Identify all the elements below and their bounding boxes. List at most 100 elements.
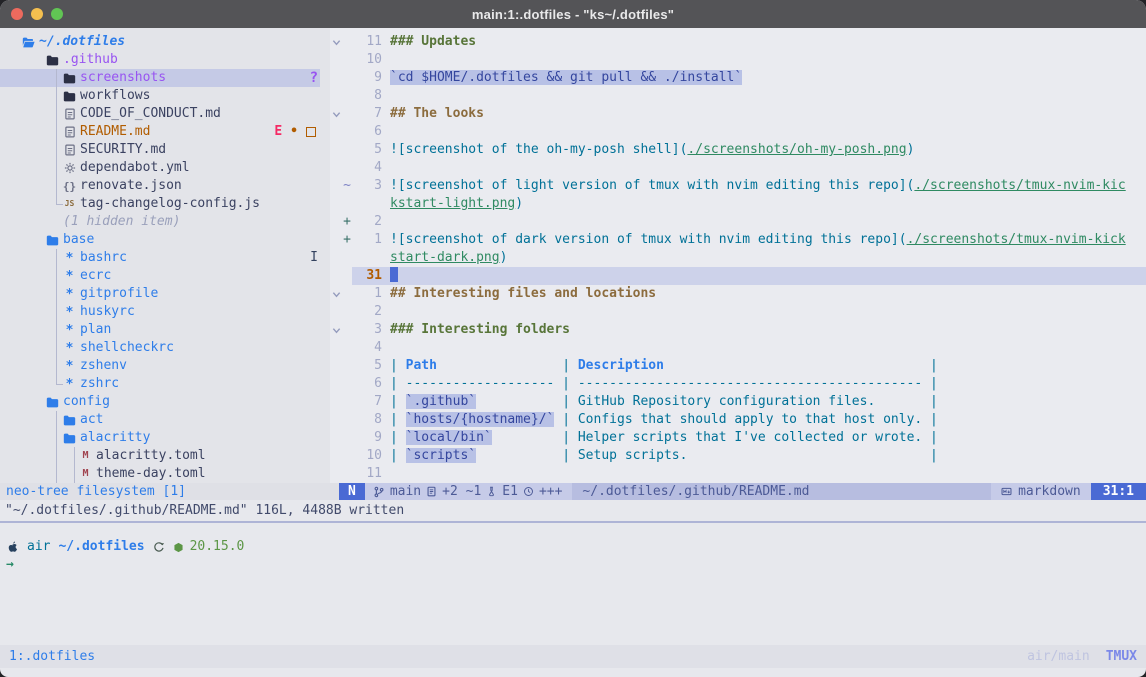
git-sign-column: +: [342, 231, 352, 249]
editor-line[interactable]: 8: [330, 87, 1146, 105]
tree-item-theme-day-toml[interactable]: Mtheme-day.toml: [0, 465, 320, 483]
editor-line[interactable]: start-dark.png): [330, 249, 1146, 267]
tree-item--1-hidden-item-[interactable]: (1 hidden item): [0, 213, 320, 231]
editor-line[interactable]: 7## The looks: [330, 105, 1146, 123]
git-sync-icon: [153, 541, 165, 553]
tree-item-readme-md[interactable]: README.mdE•: [0, 123, 320, 141]
tree-item-workflows[interactable]: workflows: [0, 87, 320, 105]
prompt-host: air: [27, 538, 50, 556]
close-button[interactable]: [11, 8, 23, 20]
traffic-lights: [0, 8, 63, 20]
terminal-content: ~/.dotfiles.githubscreenshots?workflowsC…: [0, 28, 1146, 677]
editor-line[interactable]: 7| `.github` | GitHub Repository configu…: [330, 393, 1146, 411]
tree-item-screenshots[interactable]: screenshots?: [0, 69, 320, 87]
asterisk-icon: *: [63, 378, 76, 391]
minimize-button[interactable]: [31, 8, 43, 20]
editor-line[interactable]: 4: [330, 339, 1146, 357]
editor-line[interactable]: 8| `hosts/{hostname}/` | Configs that sh…: [330, 411, 1146, 429]
editor-line[interactable]: 5| Path | Description |: [330, 357, 1146, 375]
editor-line[interactable]: 6: [330, 123, 1146, 141]
line-number: 2: [352, 213, 382, 231]
git-status-badge: •: [290, 123, 298, 141]
tree-item-tag-changelog-config-js[interactable]: JStag-changelog-config.js: [0, 195, 320, 213]
editor-line[interactable]: ~3![screenshot of light version of tmux …: [330, 177, 1146, 195]
vim-message-line: "~/.dotfiles/.github/README.md" 116L, 44…: [0, 500, 1146, 521]
tree-item-label: README.md: [80, 123, 150, 141]
tree-item-base[interactable]: base: [0, 231, 320, 249]
tree-item-security-md[interactable]: SECURITY.md: [0, 141, 320, 159]
editor-line[interactable]: 11: [330, 465, 1146, 483]
tree-item-shellcheckrc[interactable]: *shellcheckrc: [0, 339, 320, 357]
tree-item-zshenv[interactable]: *zshenv: [0, 357, 320, 375]
editor-line[interactable]: +1![screenshot of dark version of tmux w…: [330, 231, 1146, 249]
editor-statusline: N main +2 ~1 E1 +++ ~/.dotfiles/.github/…: [339, 483, 1146, 500]
tree-item--dotfiles[interactable]: ~/.dotfiles: [0, 33, 320, 51]
line-text: ### Interesting folders: [382, 321, 1146, 339]
tmux-window-label[interactable]: 1:.dotfiles: [9, 648, 95, 666]
editor-line[interactable]: 5![screenshot of the oh-my-posh shell](.…: [330, 141, 1146, 159]
tree-item-huskyrc[interactable]: *huskyrc: [0, 303, 320, 321]
tmux-badge: TMUX: [1106, 648, 1137, 666]
tree-item-act[interactable]: act: [0, 411, 320, 429]
line-text: | `local/bin` | Helper scripts that I've…: [382, 429, 1146, 447]
tree-item--github[interactable]: .github: [0, 51, 320, 69]
text-cursor: [390, 267, 398, 282]
editor-line[interactable]: 4: [330, 159, 1146, 177]
file-md-icon: [63, 108, 76, 120]
tree-item-renovate-json[interactable]: {}renovate.json: [0, 177, 320, 195]
editor-line[interactable]: 11### Updates: [330, 33, 1146, 51]
tree-item-ecrc[interactable]: *ecrc: [0, 267, 320, 285]
editor-line[interactable]: 10| `scripts` | Setup scripts. |: [330, 447, 1146, 465]
line-number: 9: [352, 69, 382, 87]
tree-item-label: screenshots: [80, 69, 166, 87]
fold-chevron-icon[interactable]: [330, 38, 342, 47]
file-md-icon: [63, 144, 76, 156]
editor-line[interactable]: 6| ------------------- | ---------------…: [330, 375, 1146, 393]
tree-guide: [56, 267, 57, 285]
tree-item-label: bashrc: [80, 249, 127, 267]
zoom-button[interactable]: [51, 8, 63, 20]
git-status-badge: I: [310, 249, 318, 267]
filetype-label: markdown: [1018, 483, 1081, 500]
tree-item-config[interactable]: config: [0, 393, 320, 411]
toml-m-icon: M: [79, 451, 92, 461]
editor-line[interactable]: 9`cd $HOME/.dotfiles && git pull && ./in…: [330, 69, 1146, 87]
tree-item-gitprofile[interactable]: *gitprofile: [0, 285, 320, 303]
tree-item-bashrc[interactable]: *bashrcI: [0, 249, 320, 267]
tree-item-alacritty-toml[interactable]: Malacritty.toml: [0, 447, 320, 465]
tree-item-label: (1 hidden item): [63, 213, 180, 231]
fold-chevron-icon[interactable]: [330, 290, 342, 299]
statusline-filetype: markdown: [991, 483, 1091, 500]
line-text: | Path | Description |: [382, 357, 1146, 375]
prompt-arrow[interactable]: →: [0, 556, 1146, 574]
git-sign-column: +: [342, 213, 352, 231]
git-branch-icon: [373, 486, 385, 498]
tree-item-label: config: [63, 393, 110, 411]
tree-guide: [56, 303, 57, 321]
line-number: 6: [352, 375, 382, 393]
line-number: 8: [352, 411, 382, 429]
editor-line[interactable]: 9| `local/bin` | Helper scripts that I'v…: [330, 429, 1146, 447]
editor-line[interactable]: 10: [330, 51, 1146, 69]
tree-item-label: act: [80, 411, 103, 429]
editor-line[interactable]: 3### Interesting folders: [330, 321, 1146, 339]
tree-item-label: renovate.json: [80, 177, 182, 195]
fold-chevron-icon[interactable]: [330, 110, 342, 119]
tmux-pane-divider[interactable]: [0, 521, 1146, 523]
editor-line[interactable]: kstart-light.png): [330, 195, 1146, 213]
line-number: 1: [352, 285, 382, 303]
editor-line[interactable]: 2: [330, 303, 1146, 321]
editor-line[interactable]: 31: [330, 267, 1146, 285]
prompt-cwd: ~/.dotfiles: [58, 538, 144, 556]
tree-item-alacritty[interactable]: alacritty: [0, 429, 320, 447]
tree-item-plan[interactable]: *plan: [0, 321, 320, 339]
git-branch-name: main: [390, 483, 421, 500]
tree-item-code-of-conduct-md[interactable]: CODE_OF_CONDUCT.md: [0, 105, 320, 123]
fold-chevron-icon[interactable]: [330, 326, 342, 335]
editor-line[interactable]: +2: [330, 213, 1146, 231]
tree-item-dependabot-yml[interactable]: dependabot.yml: [0, 159, 320, 177]
line-text: start-dark.png): [382, 249, 1146, 267]
tree-item-zshrc[interactable]: *zshrc: [0, 375, 320, 393]
line-text: | `.github` | GitHub Repository configur…: [382, 393, 1146, 411]
editor-line[interactable]: 1## Interesting files and locations: [330, 285, 1146, 303]
